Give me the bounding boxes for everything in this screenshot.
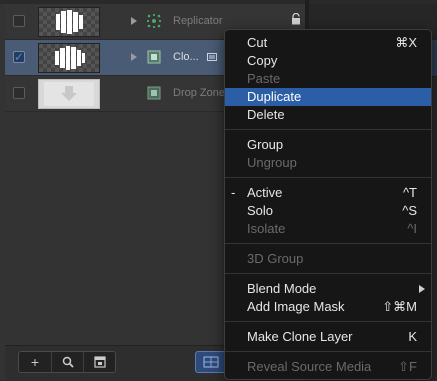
- menu-item-make-clone-layer[interactable]: Make Clone Layer K: [225, 328, 431, 346]
- shortcut-label: ⇧F: [398, 359, 417, 374]
- menu-separator: [225, 273, 431, 274]
- view-toggle-button[interactable]: [195, 351, 227, 373]
- submenu-arrow-icon: [419, 285, 425, 293]
- lock-icon[interactable]: [291, 13, 301, 25]
- menu-item-duplicate[interactable]: Duplicate: [225, 88, 431, 106]
- frame-icon: [94, 356, 106, 368]
- layer-thumbnail: [38, 43, 100, 73]
- menu-item-ungroup: Ungroup: [247, 155, 297, 170]
- search-button[interactable]: [51, 352, 84, 372]
- context-menu: Cut ⌘X Copy Paste Duplicate Delete Group…: [224, 29, 432, 380]
- menu-item-delete[interactable]: Delete: [225, 106, 431, 124]
- filter-badge-icon: [207, 53, 217, 61]
- frame-button[interactable]: [83, 352, 116, 372]
- menu-separator: [225, 129, 431, 130]
- layer-name: Drop Zone: [173, 87, 225, 99]
- plus-icon: +: [30, 354, 40, 370]
- menu-item-group[interactable]: Group: [225, 136, 431, 154]
- layer-visibility-checkbox[interactable]: [13, 87, 25, 99]
- shortcut-label: K: [408, 329, 417, 344]
- layer-name: Clo...: [173, 51, 199, 63]
- search-icon: [62, 356, 74, 368]
- shortcut-label: ^S: [402, 203, 417, 218]
- layer-visibility-checkbox[interactable]: [13, 15, 25, 27]
- menu-item-cut[interactable]: Cut ⌘X: [225, 34, 431, 52]
- add-layer-button[interactable]: +: [19, 352, 51, 372]
- layers-toolbar-group: +: [18, 351, 116, 373]
- shortcut-label: ^I: [407, 221, 417, 236]
- replicator-icon: [147, 14, 161, 28]
- grid-view-icon: [203, 356, 219, 368]
- menu-item-solo[interactable]: Solo ^S: [225, 202, 431, 220]
- layer-thumbnail: [38, 7, 100, 37]
- menu-item-blend-mode[interactable]: Blend Mode: [225, 280, 431, 298]
- menu-item-reveal-source-media: Reveal Source Media ⇧F: [247, 359, 417, 374]
- clone-layer-icon: [147, 50, 161, 64]
- menu-separator: [225, 351, 431, 352]
- shortcut-label: ⌘X: [395, 35, 417, 50]
- menu-item-add-image-mask[interactable]: Add Image Mask ⇧⌘M: [225, 298, 431, 316]
- shortcut-label: ^T: [402, 185, 417, 200]
- menu-item-paste: Paste: [247, 71, 281, 86]
- menu-item-copy[interactable]: Copy: [225, 52, 431, 70]
- shortcut-label: ⇧⌘M: [382, 299, 417, 314]
- disclosure-triangle-icon[interactable]: [131, 53, 137, 61]
- menu-separator: [225, 243, 431, 244]
- menu-separator: [225, 177, 431, 178]
- menu-item-isolate: Isolate ^I: [247, 221, 417, 236]
- mixed-state-mark: -: [231, 185, 236, 200]
- menu-item-active[interactable]: - Active ^T: [225, 184, 431, 202]
- layer-thumbnail: [38, 79, 100, 109]
- menu-item-3d-group: 3D Group: [247, 251, 304, 266]
- layer-name: Replicator: [173, 15, 223, 27]
- layer-visibility-checkbox[interactable]: ✓: [13, 51, 25, 63]
- disclosure-triangle-icon[interactable]: [131, 17, 137, 25]
- menu-separator: [225, 321, 431, 322]
- drop-zone-icon: [147, 86, 161, 100]
